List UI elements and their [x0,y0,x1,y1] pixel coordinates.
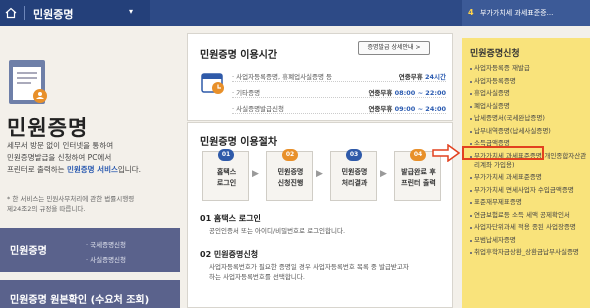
fact-certificate-link[interactable]: · 사실증명신청 [86,254,126,264]
highlight-box [462,146,544,160]
list-item[interactable]: 폐업사실증명 [470,102,588,111]
category-dropdown[interactable]: 민원증명 ▾ [0,0,150,26]
left-panel: 민원증명 세무서 방문 없이 인터넷을 통하여 민원증명발급을 신청하여 PC에… [0,26,180,308]
certificate-menu-title[interactable]: 민원증명 [10,242,47,257]
list-item[interactable]: 표준재무제표증명 [470,198,588,207]
hours-row: · 기타증명 연중무휴 08:00 ~ 22:00 [232,84,446,98]
hours-card: 민원증명 이용시간 증명발급 상세안내 > · 사업자등록증명, 휴폐업사실증명… [187,33,453,121]
arrow-right-icon: ▶ [380,169,387,179]
apply-title: 민원증명신청 [470,49,520,59]
recent-number: 4 [468,8,474,17]
detail-guide-button[interactable]: 증명발급 상세안내 > [358,41,430,55]
procedure-title: 민원증명 이용절차 [200,137,278,148]
apply-panel: 민원증명신청 사업자등록증 재발급 사업자등록증명 휴업사실증명 폐업사실증명 … [462,38,590,308]
hours-title: 민원증명 이용시간 [200,50,278,61]
document-icon [9,60,47,104]
tax-certificate-link[interactable]: · 국세증명신청 [86,239,126,249]
legal-note: * 한 서비스는 민원사무처리에 관한 법률시행령 제24조2의 규정을 따릅니… [7,195,135,213]
certificate-menu: 민원증명 · 국세증명신청 · 사실증명신청 [0,228,180,272]
list-item[interactable]: 취업후학자금상환_상환금납부사실증명 [470,248,588,257]
section-login-text: 공인인증서 또는 아이디/비밀번호로 로그인합니다. [209,227,346,235]
divider [24,6,25,20]
intro-text: 세무서 방문 없이 인터넷을 통하여 민원증명발급을 신청하여 PC에서 프린터… [7,141,141,174]
step-number: 01 [218,149,234,161]
hours-row: · 사업자등록증명, 휴폐업사실증명 등 연중무휴 24시간 [232,68,446,82]
step-number: 04 [410,149,426,161]
page-title: 민원증명 [7,116,89,140]
list-item[interactable]: 연금보험료등 소득 세액 공제확인서 [470,211,588,220]
step-login: 01 홈택스 로그인 [202,149,249,201]
list-item[interactable]: 사업자단위과세 적용 종된 사업장증명 [470,223,588,232]
step-apply: 02 민원증명 신청진행 [266,149,313,201]
category-title: 민원증명 [33,8,74,21]
original-check-title: 민원증명 원본확인 (수요처 조회) [10,295,150,306]
section-apply-title: 02 민원증명신청 [200,250,259,259]
apply-list: 사업자등록증 재발급 사업자등록증명 휴업사실증명 폐업사실증명 납세증명서(국… [470,64,588,261]
list-item[interactable]: 납부내역증명(납세사실증명) [470,127,588,136]
chevron-down-icon: ▾ [129,7,134,16]
list-item[interactable]: 납세증명서(국세완납증명) [470,114,588,123]
home-icon[interactable] [5,7,17,19]
callout-arrow-icon [432,144,460,162]
calendar-clock-icon [201,73,224,94]
list-item[interactable]: 모범납세자증명 [470,236,588,245]
procedure-steps: 01 홈택스 로그인 ▶ 02 민원증명 신청진행 ▶ 03 민원증명 처리결과 ▶ … [200,149,445,201]
step-number: 02 [282,149,298,161]
recent-text: 부가가치세 과세표준증... [480,9,554,17]
arrow-right-icon: ▶ [252,169,259,179]
list-item[interactable]: 부가가치세 면세사업자 수입금액증명 [470,186,588,195]
section-login-title: 01 홈택스 로그인 [200,214,261,223]
step-number: 03 [346,149,362,161]
list-item[interactable]: 부가가치세 과세표준증명 [470,173,588,182]
top-recent-link[interactable]: 4 부가가치세 과세표준증... [462,0,590,26]
section-apply-text: 사업자등록번호가 필요한 증명일 경우 사업자등록번호 목록 중 발급받고자 하… [209,263,409,281]
procedure-card: 민원증명 이용절차 01 홈택스 로그인 ▶ 02 민원증명 신청진행 ▶ 03 민… [187,122,453,308]
arrow-right-icon: ▶ [316,169,323,179]
list-item[interactable]: 사업자등록증 재발급 [470,64,588,73]
list-item[interactable]: 휴업사실증명 [470,89,588,98]
service-highlight: 민원증명 서비스 [66,165,118,174]
original-check-menu[interactable]: 민원증명 원본확인 (수요처 조회) [0,280,180,308]
list-item[interactable]: 사업자등록증명 [470,77,588,86]
hours-row: · 사실증명발급신청 연중무휴 09:00 ~ 24:00 [232,100,446,114]
step-result: 03 민원증명 처리결과 [330,149,377,201]
